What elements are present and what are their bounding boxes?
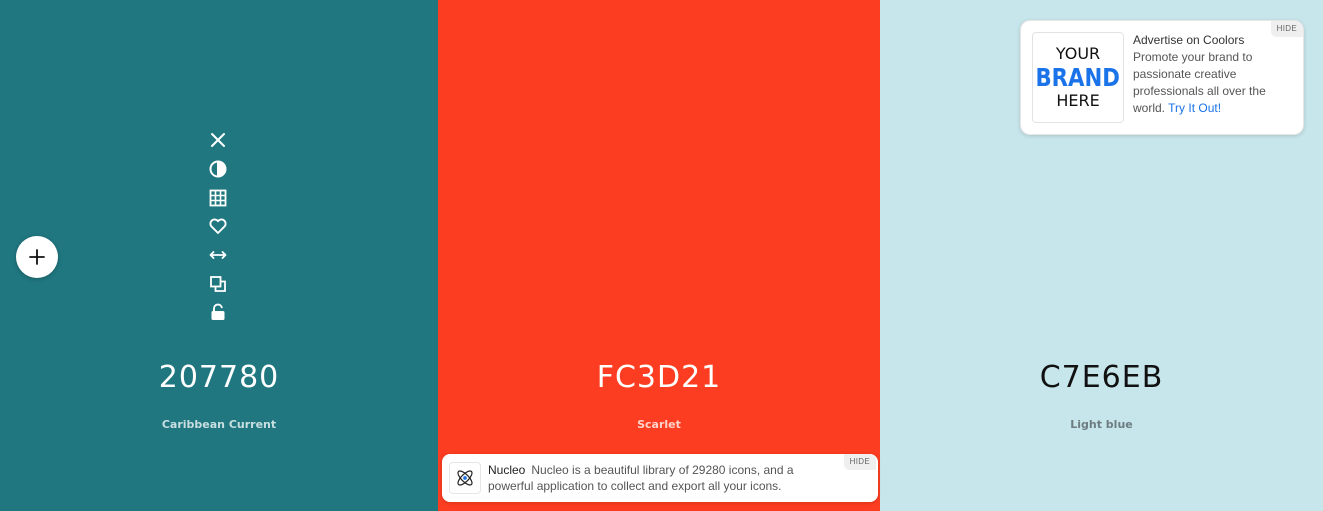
swatch-toolbar (205, 126, 231, 327)
plus-icon (29, 249, 45, 265)
ad-card-top: YOUR BRAND HERE Advertise on Coolors Pro… (1020, 20, 1304, 135)
contrast-icon[interactable] (205, 155, 231, 184)
ad-title: Advertise on Coolors (1133, 33, 1245, 47)
atom-icon (449, 462, 481, 494)
brand-logo-placeholder[interactable]: YOUR BRAND HERE (1032, 32, 1124, 123)
swatch-1[interactable]: 207780 Caribbean Current (0, 0, 438, 511)
add-color-button[interactable] (16, 236, 58, 278)
close-icon[interactable] (205, 126, 231, 155)
ad-card-bottom: Nucleo Nucleo is a beautiful library of 2… (442, 454, 878, 502)
hex-code[interactable]: C7E6EB (880, 360, 1323, 395)
logo-line-2: BRAND (1035, 63, 1121, 92)
logo-line-3: HERE (1056, 91, 1100, 110)
ad-body: Nucleo is a beautiful library of 29280 i… (488, 463, 794, 493)
logo-line-1: YOUR (1055, 44, 1101, 63)
copy-icon[interactable] (205, 269, 231, 298)
ad-title[interactable]: Nucleo (488, 463, 525, 477)
hex-code[interactable]: 207780 (0, 360, 438, 395)
swatch-2[interactable]: FC3D21 Scarlet (438, 0, 880, 511)
color-name: Light blue (1070, 418, 1133, 431)
ad-text: Nucleo Nucleo is a beautiful library of 2… (488, 462, 833, 494)
hide-ad-button[interactable]: HIDE (843, 454, 876, 470)
hide-ad-button[interactable]: HIDE (1270, 21, 1303, 37)
ad-cta-link[interactable]: Try It Out! (1168, 101, 1221, 115)
color-name: Scarlet (637, 418, 681, 431)
color-name: Caribbean Current (161, 418, 277, 431)
drag-arrows-icon[interactable] (205, 241, 231, 270)
unlock-icon[interactable] (205, 298, 231, 327)
ad-text: Advertise on Coolors Promote your brand … (1133, 32, 1295, 117)
grid-icon[interactable] (205, 183, 231, 212)
heart-icon[interactable] (205, 212, 231, 241)
hex-code[interactable]: FC3D21 (438, 360, 880, 395)
